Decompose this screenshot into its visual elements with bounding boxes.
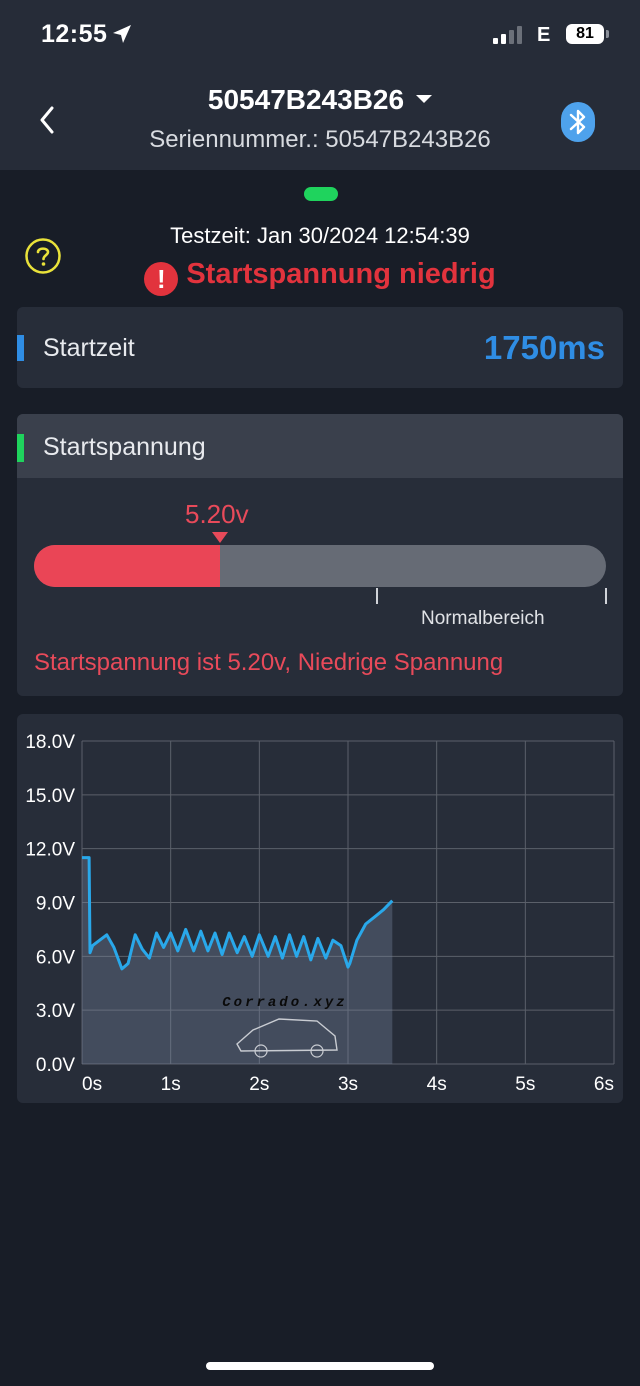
series-line bbox=[82, 856, 394, 971]
voltage-bar bbox=[34, 545, 606, 587]
nav-bar: 50547B243B26 Seriennummer.: 50547B243B26 bbox=[0, 70, 640, 170]
voltage-marker-icon bbox=[212, 532, 228, 543]
normal-range-label: Normalbereich bbox=[421, 608, 545, 629]
normal-range-start-tick bbox=[376, 588, 378, 604]
startspannung-header: Startspannung bbox=[17, 414, 623, 478]
signal-icon bbox=[493, 26, 523, 49]
voltage-message: Startspannung ist 5.20v, Niedrige Spannu… bbox=[34, 649, 504, 676]
serial-number: Seriennummer.: 50547B243B26 bbox=[149, 126, 491, 153]
bluetooth-icon bbox=[569, 109, 586, 135]
connection-indicator bbox=[304, 187, 338, 201]
y-tick-label: 9.0V bbox=[36, 894, 75, 915]
x-tick-label: 5s bbox=[515, 1074, 535, 1095]
device-selector[interactable]: 50547B243B26 bbox=[0, 84, 640, 116]
normal-range-end-tick bbox=[605, 588, 607, 604]
warning-text: Startspannung niedrig bbox=[186, 258, 496, 290]
accent-bar bbox=[17, 335, 24, 361]
startspannung-label: Startspannung bbox=[43, 433, 206, 461]
startzeit-label: Startzeit bbox=[43, 334, 135, 362]
x-tick-label: 4s bbox=[427, 1074, 447, 1095]
voltage-chart-card: 0.0V 3.0V 6.0V 9.0V 12.0V 15.0V 18.0V 0s 1s 2s 3s 4… bbox=[17, 714, 623, 1103]
voltage-value: 5.20v bbox=[185, 499, 249, 529]
y-tick-label: 15.0V bbox=[25, 786, 75, 807]
status-bar: 12:55 E 81 bbox=[0, 0, 640, 70]
startzeit-value: 1750ms bbox=[483, 329, 605, 366]
x-tick-label: 1s bbox=[161, 1074, 181, 1095]
x-tick-label: 2s bbox=[249, 1074, 269, 1095]
startspannung-card: Startspannung 5.20v Normalbereich Starts… bbox=[17, 414, 623, 696]
accent-bar bbox=[17, 434, 24, 462]
y-tick-label: 0.0V bbox=[36, 1055, 75, 1076]
y-tick-label: 6.0V bbox=[36, 947, 75, 968]
y-tick-label: 12.0V bbox=[25, 840, 75, 861]
network-type: E bbox=[537, 24, 551, 46]
location-arrow-icon bbox=[112, 24, 132, 49]
warning-icon: ! bbox=[144, 262, 179, 296]
watermark-text: Corrado.xyz bbox=[222, 995, 347, 1011]
voltage-chart: 0.0V 3.0V 6.0V 9.0V 12.0V 15.0V 18.0V 0s 1s 2s 3s 4… bbox=[25, 732, 615, 1095]
device-title: 50547B243B26 bbox=[207, 84, 405, 115]
bluetooth-button[interactable] bbox=[561, 102, 595, 142]
voltage-bar-fill bbox=[34, 545, 220, 587]
x-tick-label: 3s bbox=[338, 1074, 358, 1095]
startzeit-card: Startzeit 1750ms bbox=[17, 307, 623, 388]
x-tick-label: 0s bbox=[82, 1074, 102, 1095]
battery-tip bbox=[606, 30, 609, 38]
y-tick-label: 3.0V bbox=[36, 1001, 75, 1022]
battery-level: 81 bbox=[566, 24, 604, 44]
test-time: Testzeit: Jan 30/2024 12:54:39 bbox=[170, 223, 470, 248]
x-tick-label: 6s bbox=[594, 1074, 614, 1095]
status-time: 12:55 bbox=[41, 20, 108, 48]
home-indicator[interactable] bbox=[206, 1362, 434, 1370]
y-tick-label: 18.0V bbox=[25, 732, 75, 753]
dropdown-caret-icon bbox=[416, 94, 433, 103]
warning-status: ! Startspannung niedrig bbox=[0, 258, 640, 296]
